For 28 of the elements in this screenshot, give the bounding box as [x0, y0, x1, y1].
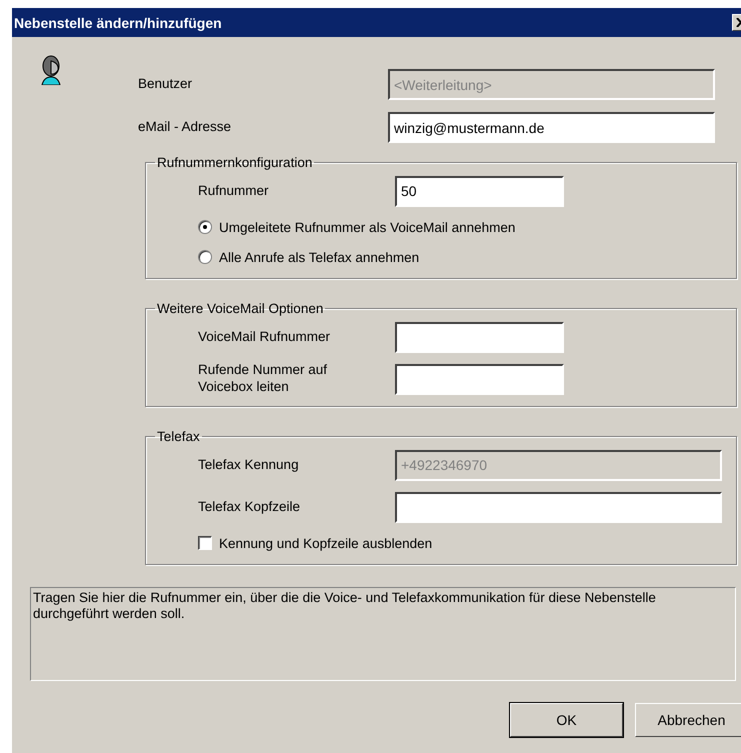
dialog-button[interactable]: Abbrechen — [635, 703, 741, 737]
field-label: eMail - Adresse — [138, 119, 232, 136]
group-title: Rufnummernkonfiguration — [156, 155, 314, 170]
option-label: Umgeleitete Rufnummer als VoiceMail annehmen — [219, 220, 516, 234]
option-label: Kennung und Kopfzeile ausblenden — [219, 536, 432, 550]
field-label: Rufnummer — [198, 182, 270, 200]
radio-option[interactable]: Alle Anrufe als Telefax annehmen — [198, 246, 736, 268]
text-field[interactable] — [395, 322, 564, 352]
field-label: Rufende Nummer auf Voicebox leiten — [198, 362, 328, 396]
checkbox[interactable] — [198, 536, 212, 550]
text-field[interactable]: 50 — [395, 176, 564, 206]
dialog-button[interactable]: OK — [510, 703, 623, 737]
radio-option[interactable]: Umgeleitete Rufnummer als VoiceMail annehmen — [198, 216, 736, 238]
radio-button[interactable] — [198, 250, 212, 264]
group-title: Telefax — [156, 429, 201, 444]
option-label: Alle Anrufe als Telefax annehmen — [219, 250, 420, 264]
info-text: Tragen Sie hier die Rufnummer ein, über die die Voice- und Telefaxkommunikation für diese Nebenstelle durchgeführt werden soll. — [33, 590, 656, 622]
text-field[interactable]: winzig@mustermann.de — [388, 112, 715, 143]
field-label: Telefax Kopfzeile — [198, 498, 302, 516]
person-icon — [40, 55, 62, 85]
field-label: Telefax Kennung — [198, 456, 300, 474]
field-label: Benutzer — [138, 76, 194, 93]
text-field[interactable] — [395, 492, 722, 522]
group-title: Weitere VoiceMail Optionen — [156, 301, 324, 316]
radio-button[interactable] — [198, 220, 212, 234]
field-label: VoiceMail Rufnummer — [198, 328, 332, 346]
window-title: Nebenstelle ändern/hinzufügen — [14, 14, 222, 30]
text-field[interactable] — [395, 364, 564, 394]
